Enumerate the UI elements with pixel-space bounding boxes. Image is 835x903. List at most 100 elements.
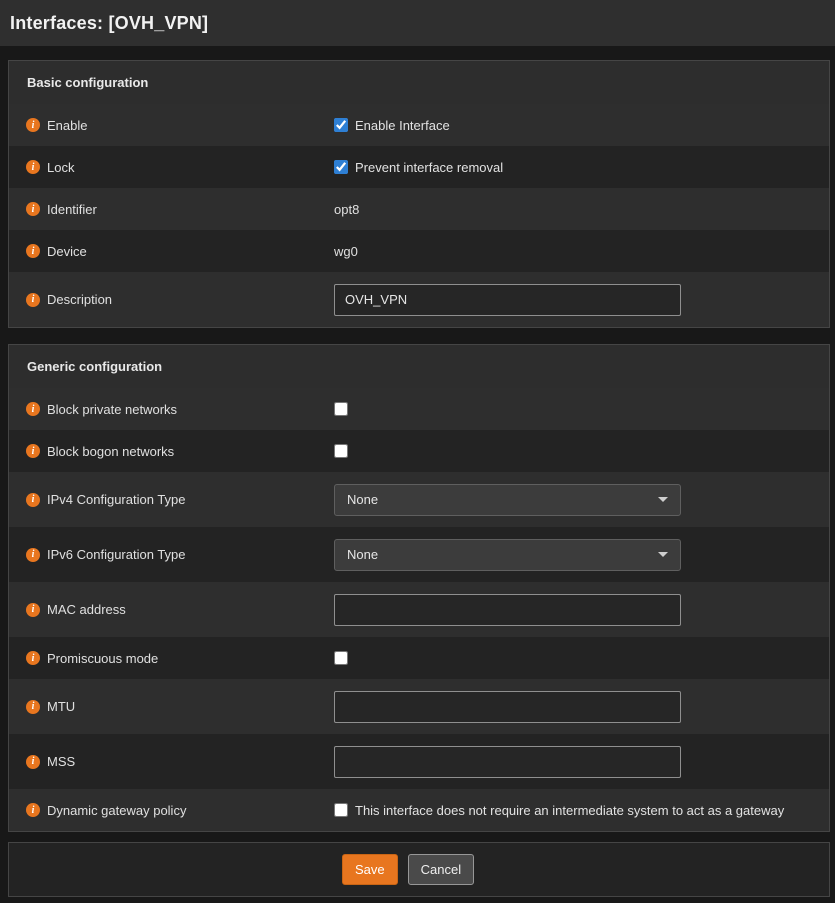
select-value: None <box>347 547 378 562</box>
field-control-cell <box>334 402 829 416</box>
lock-checkbox[interactable] <box>334 160 348 174</box>
field-label: Dynamic gateway policy <box>47 803 186 818</box>
field-label: Device <box>47 244 87 259</box>
dynamic-gateway-checkbox[interactable] <box>334 803 348 817</box>
field-label: MAC address <box>47 602 126 617</box>
mss-input[interactable] <box>334 746 681 778</box>
field-label-cell: Description <box>9 292 334 307</box>
field-label-cell: Identifier <box>9 202 334 217</box>
field-label: IPv6 Configuration Type <box>47 547 186 562</box>
field-control-cell: wg0 <box>334 244 829 259</box>
field-control-cell <box>334 746 829 778</box>
section-header-basic: Basic configuration <box>9 61 829 104</box>
promiscuous-checkbox[interactable] <box>334 651 348 665</box>
field-label-cell: MAC address <box>9 602 334 617</box>
actions-panel: Save Cancel <box>8 842 830 897</box>
row-block-private: Block private networks <box>9 388 829 430</box>
block-private-checkbox[interactable] <box>334 402 348 416</box>
row-device: Device wg0 <box>9 230 829 272</box>
save-button[interactable]: Save <box>342 854 398 885</box>
device-value: wg0 <box>334 244 358 259</box>
row-description: Description <box>9 272 829 327</box>
ipv6-type-select[interactable]: None <box>334 539 681 571</box>
cancel-button[interactable]: Cancel <box>408 854 474 885</box>
row-block-bogon: Block bogon networks <box>9 430 829 472</box>
field-label: IPv4 Configuration Type <box>47 492 186 507</box>
field-label-cell: Promiscuous mode <box>9 651 334 666</box>
field-control-cell: None <box>334 539 829 571</box>
field-control-cell: None <box>334 484 829 516</box>
row-ipv6-type: IPv6 Configuration Type None <box>9 527 829 582</box>
field-label-cell: IPv6 Configuration Type <box>9 547 334 562</box>
field-label-cell: Dynamic gateway policy <box>9 803 334 818</box>
checkbox-label: Enable Interface <box>355 118 450 133</box>
field-label: MSS <box>47 754 75 769</box>
ipv4-type-select[interactable]: None <box>334 484 681 516</box>
row-mss: MSS <box>9 734 829 789</box>
select-value: None <box>347 492 378 507</box>
field-label-cell: Block bogon networks <box>9 444 334 459</box>
field-label: Enable <box>47 118 87 133</box>
basic-configuration-panel: Basic configuration Enable Enable Interf… <box>8 60 830 328</box>
row-mtu: MTU <box>9 679 829 734</box>
row-dynamic-gateway: Dynamic gateway policy This interface do… <box>9 789 829 831</box>
info-icon[interactable] <box>26 244 40 258</box>
section-title: Generic configuration <box>9 359 162 374</box>
chevron-down-icon <box>658 552 668 557</box>
field-label: MTU <box>47 699 75 714</box>
field-control-cell: This interface does not require an inter… <box>334 803 829 818</box>
row-identifier: Identifier opt8 <box>9 188 829 230</box>
chevron-down-icon <box>658 497 668 502</box>
field-control-cell: opt8 <box>334 202 829 217</box>
field-label-cell: MSS <box>9 754 334 769</box>
enable-checkbox[interactable] <box>334 118 348 132</box>
info-icon[interactable] <box>26 160 40 174</box>
field-label-cell: MTU <box>9 699 334 714</box>
field-label-cell: Device <box>9 244 334 259</box>
row-mac-address: MAC address <box>9 582 829 637</box>
field-control-cell: Prevent interface removal <box>334 160 829 175</box>
field-label: Block bogon networks <box>47 444 174 459</box>
info-icon[interactable] <box>26 700 40 714</box>
row-enable: Enable Enable Interface <box>9 104 829 146</box>
info-icon[interactable] <box>26 118 40 132</box>
info-icon[interactable] <box>26 603 40 617</box>
info-icon[interactable] <box>26 444 40 458</box>
info-icon[interactable] <box>26 755 40 769</box>
info-icon[interactable] <box>26 651 40 665</box>
field-control-cell <box>334 594 829 626</box>
field-label-cell: Lock <box>9 160 334 175</box>
info-icon[interactable] <box>26 548 40 562</box>
field-label: Lock <box>47 160 74 175</box>
section-header-generic: Generic configuration <box>9 345 829 388</box>
field-label-cell: IPv4 Configuration Type <box>9 492 334 507</box>
row-lock: Lock Prevent interface removal <box>9 146 829 188</box>
page-title: Interfaces: [OVH_VPN] <box>10 13 208 34</box>
field-label: Block private networks <box>47 402 177 417</box>
field-control-cell <box>334 691 829 723</box>
block-bogon-checkbox[interactable] <box>334 444 348 458</box>
field-label: Description <box>47 292 112 307</box>
generic-configuration-panel: Generic configuration Block private netw… <box>8 344 830 832</box>
field-label: Identifier <box>47 202 97 217</box>
info-icon[interactable] <box>26 202 40 216</box>
checkbox-label: This interface does not require an inter… <box>355 803 784 818</box>
row-promiscuous: Promiscuous mode <box>9 637 829 679</box>
field-control-cell <box>334 651 829 665</box>
checkbox-label: Prevent interface removal <box>355 160 503 175</box>
row-ipv4-type: IPv4 Configuration Type None <box>9 472 829 527</box>
field-label-cell: Enable <box>9 118 334 133</box>
page-header: Interfaces: [OVH_VPN] <box>0 0 835 46</box>
info-icon[interactable] <box>26 493 40 507</box>
mtu-input[interactable] <box>334 691 681 723</box>
description-input[interactable] <box>334 284 681 316</box>
field-label: Promiscuous mode <box>47 651 158 666</box>
identifier-value: opt8 <box>334 202 359 217</box>
field-control-cell <box>334 284 829 316</box>
section-title: Basic configuration <box>9 75 148 90</box>
field-label-cell: Block private networks <box>9 402 334 417</box>
info-icon[interactable] <box>26 402 40 416</box>
info-icon[interactable] <box>26 293 40 307</box>
info-icon[interactable] <box>26 803 40 817</box>
mac-address-input[interactable] <box>334 594 681 626</box>
